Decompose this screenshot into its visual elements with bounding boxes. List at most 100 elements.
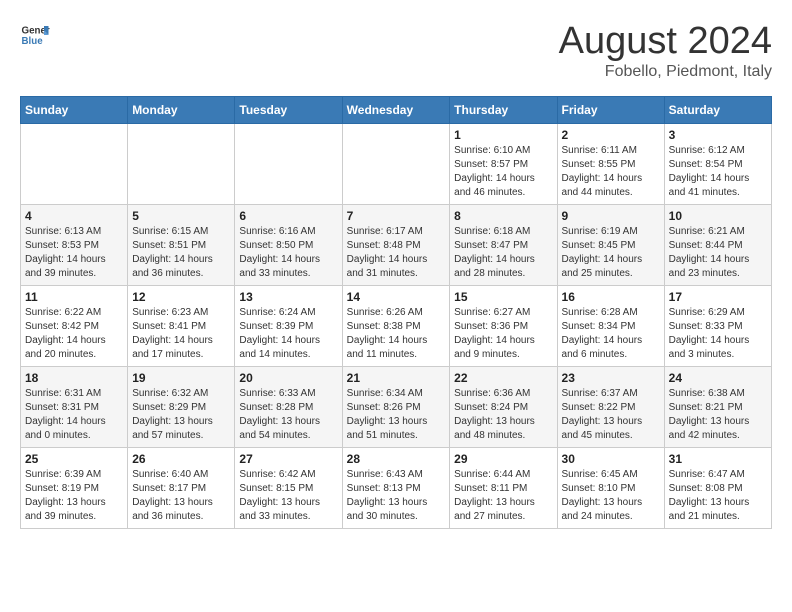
calendar-cell: 1Sunrise: 6:10 AMSunset: 8:57 PMDaylight… (450, 124, 557, 205)
calendar-cell: 24 Sunrise: 6:38 AMSunset: 8:21 PMDayligh… (664, 367, 771, 448)
calendar-cell: 8Sunrise: 6:18 AMSunset: 8:47 PMDaylight… (450, 205, 557, 286)
logo-icon: General Blue (20, 20, 50, 50)
day-info: Sunrise: 6:28 AMSunset: 8:34 PMDaylight:… (562, 306, 660, 362)
day-number: 30 (562, 452, 660, 466)
day-number: 25 (25, 452, 123, 466)
calendar-cell (235, 124, 342, 205)
day-info: Sunrise: 6:44 AMSunset: 8:11 PMDaylight:… (454, 468, 552, 524)
calendar-cell: 15 Sunrise: 6:27 AMSunset: 8:36 PMDayligh… (450, 286, 557, 367)
calendar-dow-thursday: Thursday (450, 97, 557, 124)
day-number: 27 (239, 452, 337, 466)
calendar-cell: 3 Sunrise: 6:12 AMSunset: 8:54 PMDaylight… (664, 124, 771, 205)
day-info: Sunrise: 6:34 AMSunset: 8:26 PMDaylight:… (347, 387, 446, 443)
calendar-cell: 7Sunrise: 6:17 AMSunset: 8:48 PMDaylight… (342, 205, 450, 286)
day-info: Sunrise: 6:11 AMSunset: 8:55 PMDaylight:… (562, 144, 660, 200)
calendar-cell: 6Sunrise: 6:16 AMSunset: 8:50 PMDaylight… (235, 205, 342, 286)
calendar-cell: 26 Sunrise: 6:40 AMSunset: 8:17 PMDayligh… (128, 448, 235, 529)
day-info: Sunrise: 6:36 AMSunset: 8:24 PMDaylight:… (454, 387, 552, 443)
calendar-cell: 13Sunrise: 6:24 AMSunset: 8:39 PMDayligh… (235, 286, 342, 367)
calendar-week-5: 25 Sunrise: 6:39 AMSunset: 8:19 PMDayligh… (21, 448, 772, 529)
day-info: Sunrise: 6:43 AMSunset: 8:13 PMDaylight:… (347, 468, 446, 524)
day-info: Sunrise: 6:17 AMSunset: 8:48 PMDaylight:… (347, 225, 446, 281)
day-number: 9 (562, 209, 660, 223)
calendar-cell: 4 Sunrise: 6:13 AMSunset: 8:53 PMDaylight… (21, 205, 128, 286)
day-info: Sunrise: 6:45 AMSunset: 8:10 PMDaylight:… (562, 468, 660, 524)
day-info: Sunrise: 6:27 AMSunset: 8:36 PMDaylight:… (454, 306, 552, 362)
day-number: 24 (669, 371, 767, 385)
calendar-cell: 2 Sunrise: 6:11 AMSunset: 8:55 PMDaylight… (557, 124, 664, 205)
svg-text:Blue: Blue (22, 36, 44, 47)
day-info: Sunrise: 6:10 AMSunset: 8:57 PMDaylight:… (454, 144, 552, 200)
calendar-dow-saturday: Saturday (664, 97, 771, 124)
day-info: Sunrise: 6:31 AMSunset: 8:31 PMDaylight:… (25, 387, 123, 443)
month-year: August 2024 (559, 20, 772, 63)
day-info: Sunrise: 6:33 AMSunset: 8:28 PMDaylight:… (239, 387, 337, 443)
day-number: 2 (562, 128, 660, 142)
logo: General Blue (20, 20, 50, 50)
day-number: 19 (132, 371, 230, 385)
day-info: Sunrise: 6:37 AMSunset: 8:22 PMDaylight:… (562, 387, 660, 443)
calendar-dow-friday: Friday (557, 97, 664, 124)
calendar-cell (128, 124, 235, 205)
calendar-cell: 12 Sunrise: 6:23 AMSunset: 8:41 PMDayligh… (128, 286, 235, 367)
day-number: 31 (669, 452, 767, 466)
calendar-cell (21, 124, 128, 205)
day-number: 23 (562, 371, 660, 385)
day-number: 8 (454, 209, 552, 223)
calendar-cell: 14Sunrise: 6:26 AMSunset: 8:38 PMDayligh… (342, 286, 450, 367)
day-info: Sunrise: 6:47 AMSunset: 8:08 PMDaylight:… (669, 468, 767, 524)
day-info: Sunrise: 6:29 AMSunset: 8:33 PMDaylight:… (669, 306, 767, 362)
day-number: 10 (669, 209, 767, 223)
calendar-cell: 16 Sunrise: 6:28 AMSunset: 8:34 PMDayligh… (557, 286, 664, 367)
day-number: 6 (239, 209, 337, 223)
day-info: Sunrise: 6:12 AMSunset: 8:54 PMDaylight:… (669, 144, 767, 200)
calendar-dow-tuesday: Tuesday (235, 97, 342, 124)
day-info: Sunrise: 6:39 AMSunset: 8:19 PMDaylight:… (25, 468, 123, 524)
day-number: 15 (454, 290, 552, 304)
calendar-cell: 29Sunrise: 6:44 AMSunset: 8:11 PMDayligh… (450, 448, 557, 529)
day-number: 20 (239, 371, 337, 385)
calendar-cell: 22 Sunrise: 6:36 AMSunset: 8:24 PMDayligh… (450, 367, 557, 448)
day-number: 28 (347, 452, 446, 466)
calendar-week-1: 1Sunrise: 6:10 AMSunset: 8:57 PMDaylight… (21, 124, 772, 205)
calendar-cell: 21 Sunrise: 6:34 AMSunset: 8:26 PMDayligh… (342, 367, 450, 448)
day-number: 21 (347, 371, 446, 385)
day-number: 4 (25, 209, 123, 223)
calendar-cell: 31 Sunrise: 6:47 AMSunset: 8:08 PMDayligh… (664, 448, 771, 529)
day-number: 13 (239, 290, 337, 304)
day-info: Sunrise: 6:40 AMSunset: 8:17 PMDaylight:… (132, 468, 230, 524)
day-number: 12 (132, 290, 230, 304)
day-number: 22 (454, 371, 552, 385)
calendar-week-3: 11 Sunrise: 6:22 AMSunset: 8:42 PMDayligh… (21, 286, 772, 367)
calendar-header-row: SundayMondayTuesdayWednesdayThursdayFrid… (21, 97, 772, 124)
calendar-cell: 11 Sunrise: 6:22 AMSunset: 8:42 PMDayligh… (21, 286, 128, 367)
day-number: 11 (25, 290, 123, 304)
day-number: 3 (669, 128, 767, 142)
day-number: 5 (132, 209, 230, 223)
day-info: Sunrise: 6:15 AMSunset: 8:51 PMDaylight:… (132, 225, 230, 281)
calendar-cell (342, 124, 450, 205)
calendar-cell: 20 Sunrise: 6:33 AMSunset: 8:28 PMDayligh… (235, 367, 342, 448)
day-info: Sunrise: 6:19 AMSunset: 8:45 PMDaylight:… (562, 225, 660, 281)
day-info: Sunrise: 6:22 AMSunset: 8:42 PMDaylight:… (25, 306, 123, 362)
calendar-cell: 27 Sunrise: 6:42 AMSunset: 8:15 PMDayligh… (235, 448, 342, 529)
day-info: Sunrise: 6:42 AMSunset: 8:15 PMDaylight:… (239, 468, 337, 524)
day-info: Sunrise: 6:13 AMSunset: 8:53 PMDaylight:… (25, 225, 123, 281)
calendar-cell: 25 Sunrise: 6:39 AMSunset: 8:19 PMDayligh… (21, 448, 128, 529)
calendar-cell: 10Sunrise: 6:21 AMSunset: 8:44 PMDayligh… (664, 205, 771, 286)
calendar-table: SundayMondayTuesdayWednesdayThursdayFrid… (20, 96, 772, 529)
day-number: 14 (347, 290, 446, 304)
location: Fobello, Piedmont, Italy (559, 63, 772, 81)
calendar-cell: 30 Sunrise: 6:45 AMSunset: 8:10 PMDayligh… (557, 448, 664, 529)
calendar-cell: 9 Sunrise: 6:19 AMSunset: 8:45 PMDaylight… (557, 205, 664, 286)
calendar-cell: 17Sunrise: 6:29 AMSunset: 8:33 PMDayligh… (664, 286, 771, 367)
calendar-cell: 5 Sunrise: 6:15 AMSunset: 8:51 PMDaylight… (128, 205, 235, 286)
day-info: Sunrise: 6:38 AMSunset: 8:21 PMDaylight:… (669, 387, 767, 443)
calendar-cell: 28 Sunrise: 6:43 AMSunset: 8:13 PMDayligh… (342, 448, 450, 529)
calendar-cell: 23 Sunrise: 6:37 AMSunset: 8:22 PMDayligh… (557, 367, 664, 448)
day-number: 16 (562, 290, 660, 304)
title-block: August 2024 Fobello, Piedmont, Italy (559, 20, 772, 81)
day-number: 26 (132, 452, 230, 466)
day-info: Sunrise: 6:23 AMSunset: 8:41 PMDaylight:… (132, 306, 230, 362)
calendar-dow-wednesday: Wednesday (342, 97, 450, 124)
